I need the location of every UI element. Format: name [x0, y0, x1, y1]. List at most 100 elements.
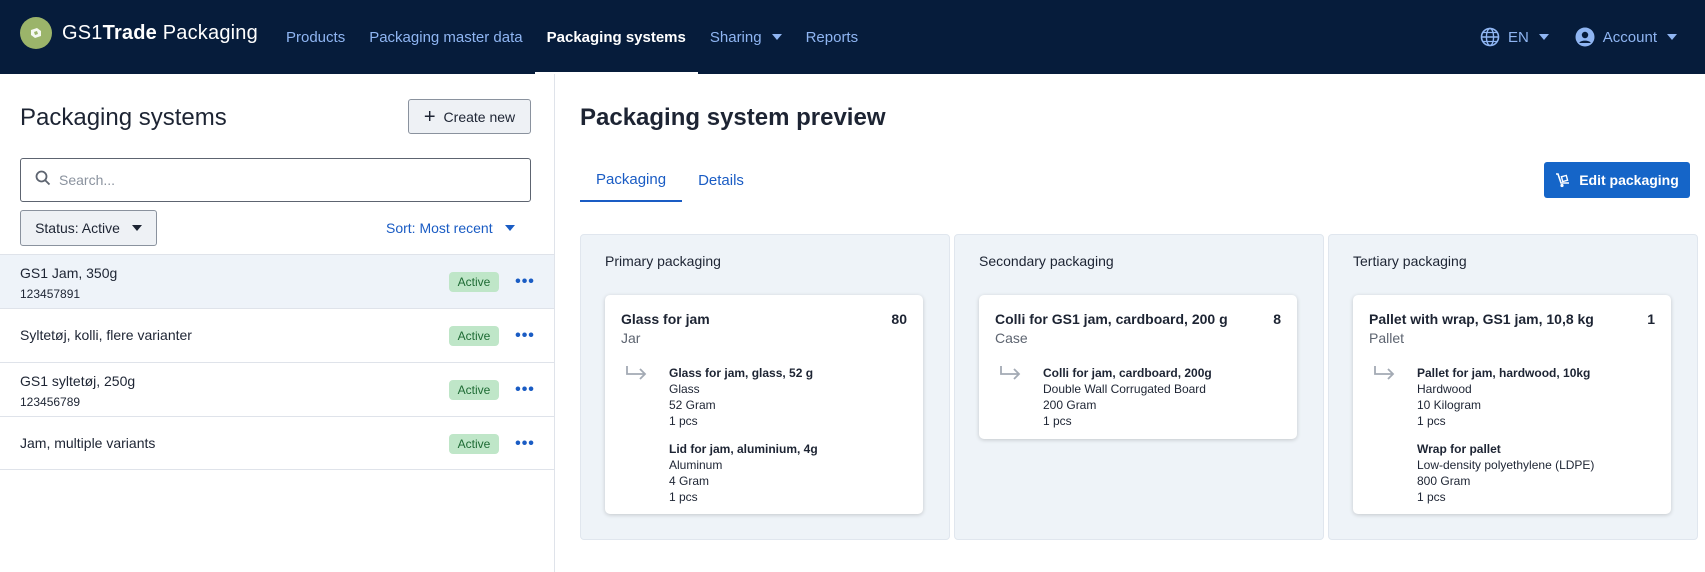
edit-packaging-button[interactable]: Edit packaging: [1544, 162, 1690, 198]
material-weight: 800 Gram: [1417, 474, 1471, 488]
nav-sharing-label: Sharing: [709, 28, 762, 46]
list-item[interactable]: Jam, multiple variants Active •••: [0, 416, 554, 470]
language-selector[interactable]: EN: [1480, 27, 1549, 47]
preview-title: Packaging system preview: [580, 104, 886, 131]
list-item-gtin: 123457891: [20, 287, 81, 301]
column-title: Primary packaging: [605, 253, 721, 269]
tab-details[interactable]: Details: [682, 158, 760, 202]
card-type: Case: [995, 330, 1028, 346]
list-item[interactable]: Syltetøj, kolli, flere varianter Active …: [0, 308, 554, 362]
language-label: EN: [1507, 28, 1529, 46]
user-avatar-icon: [1575, 27, 1595, 47]
material-entry: Glass for jam, glass, 52 g Glass 52 Gram…: [669, 365, 813, 429]
status-filter-button[interactable]: Status: Active: [20, 210, 157, 246]
status-filter-label: Status: Active: [35, 220, 120, 236]
search-box: [20, 158, 531, 202]
material-weight: 200 Gram: [1043, 398, 1097, 412]
column-title: Secondary packaging: [979, 253, 1114, 269]
more-options-icon[interactable]: •••: [515, 434, 535, 454]
material-name: Glass for jam, glass, 52 g: [669, 366, 814, 380]
preview-tabs: Packaging Details: [580, 158, 760, 202]
status-badge: Active: [449, 380, 499, 400]
material-count: 1 pcs: [1417, 414, 1446, 428]
account-menu[interactable]: Account: [1575, 27, 1677, 47]
material-type: Aluminum: [669, 458, 723, 472]
column-title: Tertiary packaging: [1353, 253, 1467, 269]
sort-label: Sort: Most recent: [386, 220, 493, 236]
nav-packaging-systems[interactable]: Packaging systems: [534, 0, 699, 74]
packaging-card[interactable]: Colli for GS1 jam, cardboard, 200 g 8 Ca…: [979, 295, 1297, 439]
card-name: Pallet with wrap, GS1 jam, 10,8 kg: [1369, 311, 1594, 327]
nav-products[interactable]: Products: [274, 0, 357, 74]
material-type: Double Wall Corrugated Board: [1043, 382, 1206, 396]
packaging-card[interactable]: Pallet with wrap, GS1 jam, 10,8 kg 1 Pal…: [1353, 295, 1671, 514]
header-actions: EN Account: [1454, 0, 1677, 74]
card-type: Pallet: [1369, 330, 1405, 346]
material-entry: Colli for jam, cardboard, 200g Double Wa…: [1043, 365, 1212, 429]
chevron-down-icon: [1667, 34, 1677, 40]
create-new-button[interactable]: + Create new: [408, 99, 531, 134]
more-options-icon[interactable]: •••: [515, 272, 535, 292]
card-type: Jar: [621, 330, 641, 346]
tab-packaging[interactable]: Packaging: [580, 158, 683, 202]
status-badge: Active: [449, 272, 499, 292]
arrow-return-icon: [999, 365, 1023, 386]
nav-sharing[interactable]: Sharing: [698, 0, 794, 74]
top-navigation-bar: GS1Trade Packaging Products Packaging ma…: [0, 0, 1705, 74]
arrow-return-icon: [625, 365, 649, 386]
packaging-systems-list-panel: Packaging systems + Create new Status: A…: [0, 74, 555, 572]
brand-logo-link[interactable]: GS1Trade Packaging: [20, 17, 258, 49]
nav-packaging-master-data[interactable]: Packaging master data: [357, 0, 534, 74]
material-type: Glass: [669, 382, 700, 396]
arrow-return-icon: [1373, 365, 1397, 386]
material-weight: 10 Kilogram: [1417, 398, 1482, 412]
list-item[interactable]: GS1 syltetøj, 250g 123456789 Active •••: [0, 362, 554, 416]
material-entry: Pallet for jam, hardwood, 10kg Hardwood …: [1417, 365, 1590, 429]
material-name: Colli for jam, cardboard, 200g: [1043, 366, 1212, 380]
material-type: Low-density polyethylene (LDPE): [1417, 458, 1595, 472]
list-item-title: Syltetøj, kolli, flere varianter: [20, 327, 192, 343]
chevron-down-icon: [1538, 34, 1549, 40]
globe-icon: [1480, 27, 1500, 47]
card-name: Colli for GS1 jam, cardboard, 200 g: [995, 311, 1228, 327]
plus-icon: +: [423, 105, 436, 128]
material-count: 1 pcs: [669, 490, 698, 504]
status-badge: Active: [449, 326, 499, 346]
more-options-icon[interactable]: •••: [515, 380, 535, 400]
packaging-card[interactable]: Glass for jam 80 Jar Glass for jam, glas…: [605, 295, 923, 514]
page-title: Packaging systems: [20, 104, 227, 131]
card-quantity: 80: [891, 311, 907, 327]
material-entry: Lid for jam, aluminium, 4g Aluminum 4 Gr…: [669, 441, 818, 505]
card-quantity: 8: [1273, 311, 1281, 327]
material-count: 1 pcs: [669, 414, 698, 428]
secondary-packaging-column: Secondary packaging Colli for GS1 jam, c…: [954, 234, 1324, 540]
chevron-down-icon: [771, 34, 782, 40]
list-item[interactable]: GS1 Jam, 350g 123457891 Active •••: [0, 254, 554, 308]
search-input[interactable]: [59, 172, 499, 188]
chevron-down-icon: [504, 225, 515, 231]
list-item-gtin: 123456789: [20, 395, 81, 409]
card-name: Glass for jam: [621, 311, 710, 327]
tertiary-packaging-column: Tertiary packaging Pallet with wrap, GS1…: [1328, 234, 1698, 540]
list-item-title: Jam, multiple variants: [20, 435, 156, 451]
nav-reports[interactable]: Reports: [794, 0, 871, 74]
material-name: Wrap for pallet: [1417, 442, 1501, 456]
edit-packaging-label: Edit packaging: [1579, 172, 1679, 188]
create-new-label: Create new: [443, 108, 516, 125]
material-name: Lid for jam, aluminium, 4g: [669, 442, 818, 456]
sort-button[interactable]: Sort: Most recent: [386, 220, 515, 236]
primary-packaging-column: Primary packaging Glass for jam 80 Jar G…: [580, 234, 950, 540]
packaging-systems-list: GS1 Jam, 350g 123457891 Active ••• Sylte…: [0, 254, 554, 470]
material-type: Hardwood: [1417, 382, 1472, 396]
list-item-title: GS1 Jam, 350g: [20, 265, 118, 281]
more-options-icon[interactable]: •••: [515, 326, 535, 346]
chevron-down-icon: [131, 225, 142, 231]
hand-truck-icon: [1555, 172, 1571, 188]
material-count: 1 pcs: [1417, 490, 1446, 504]
status-badge: Active: [449, 434, 499, 454]
material-entry: Wrap for pallet Low-density polyethylene…: [1417, 441, 1594, 505]
account-label: Account: [1602, 28, 1657, 46]
search-icon: [35, 170, 51, 191]
gs1-logo-icon: [20, 17, 52, 49]
material-weight: 52 Gram: [669, 398, 716, 412]
